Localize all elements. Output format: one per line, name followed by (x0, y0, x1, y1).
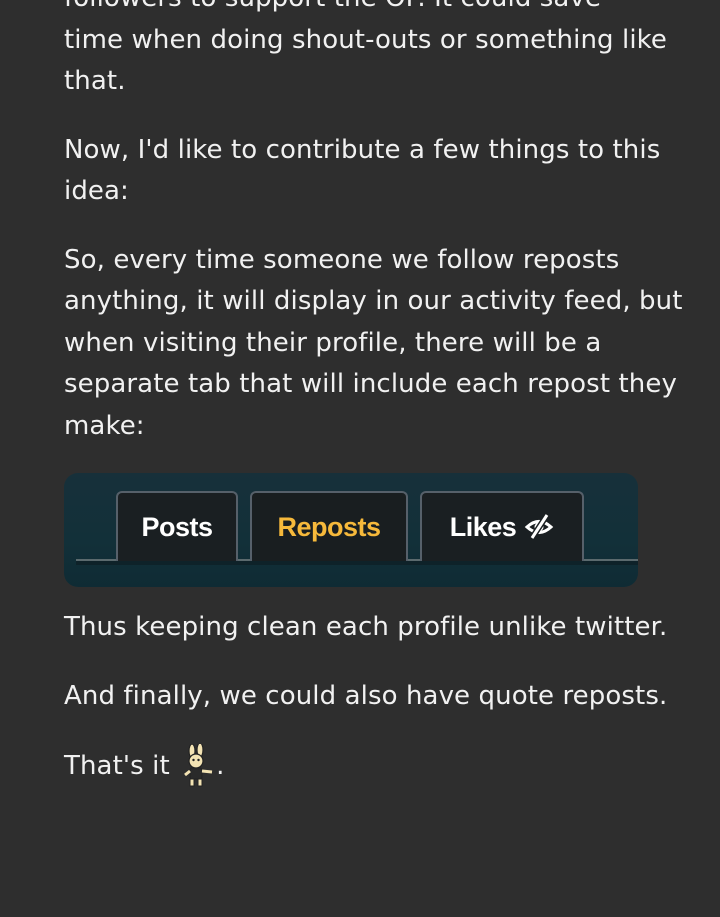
tabs-underline (76, 561, 638, 565)
tab-posts: Posts (116, 491, 238, 561)
tab-label: Reposts (277, 511, 381, 542)
post-paragraph: That's it . (64, 742, 704, 788)
post-paragraph: Now, I'd like to contribute a few things… (64, 134, 661, 207)
paragraph-end: . (216, 751, 225, 781)
tab-label: Posts (141, 511, 213, 542)
post-paragraph: Thus keeping clean each profile unlike t… (64, 612, 668, 642)
paragraph-text: time when doing shout-outs or something … (64, 24, 667, 97)
post-paragraph: followers to support the OP. It could sa… (64, 0, 704, 103)
eye-slash-icon (524, 512, 554, 542)
tab-likes: Likes (420, 491, 584, 561)
paragraph-text: That's it (64, 751, 170, 781)
profile-tabs-screenshot: Posts Reposts Likes (64, 473, 638, 587)
post-paragraph: So, every time someone we follow reposts… (64, 244, 683, 441)
tab-reposts: Reposts (250, 491, 408, 561)
forum-post-body: followers to support the OP. It could sa… (64, 0, 704, 788)
tab-label: Likes (449, 511, 517, 542)
post-paragraph: And finally, we could also have quote re… (64, 680, 668, 711)
paragraph-cut-line: followers to support the OP. It could sa… (64, 0, 601, 13)
bunny-pointing-emoji (182, 742, 214, 788)
